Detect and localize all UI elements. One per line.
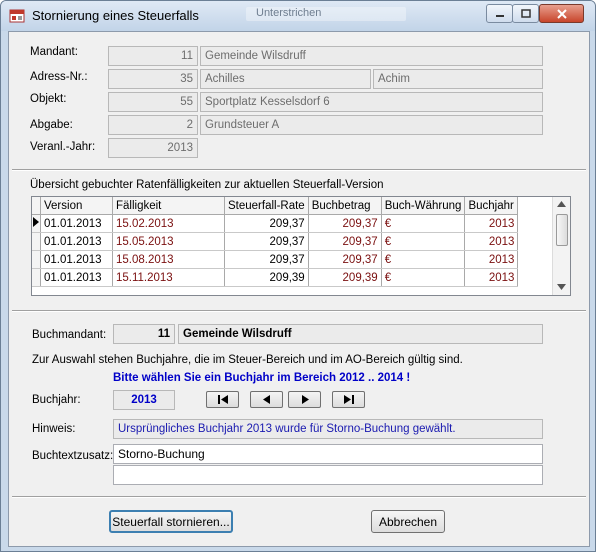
cell-faelligkeit[interactable]: 15.11.2013: [112, 268, 225, 287]
maximize-icon: [520, 8, 531, 18]
mandant-number-field: 11: [108, 46, 198, 66]
next-year-button[interactable]: [288, 391, 321, 408]
window-title: Stornierung eines Steuerfalls: [32, 8, 199, 23]
close-icon: [556, 8, 567, 19]
previous-year-button[interactable]: [250, 391, 283, 408]
hinweis-label: Hinweis:: [32, 423, 76, 435]
abgabe-label: Abgabe:: [30, 119, 73, 131]
row-indicator: [32, 232, 41, 251]
hinweis-field: Ursprüngliches Buchjahr 2013 wurde für S…: [113, 419, 543, 439]
table-row[interactable]: 01.01.2013 15.02.2013 209,37 209,37 € 20…: [32, 214, 519, 233]
veranl-jahr-field: 2013: [108, 138, 198, 158]
grid-vertical-scrollbar[interactable]: [552, 197, 570, 295]
table-row[interactable]: 01.01.2013 15.08.2013 209,37 209,37 € 20…: [32, 250, 519, 269]
close-button[interactable]: [539, 4, 584, 23]
cell-buchbetrag[interactable]: 209,39: [308, 268, 382, 287]
minimize-button[interactable]: [486, 4, 513, 23]
buchjahr-prompt-text: Bitte wählen Sie ein Buchjahr im Bereich…: [113, 372, 411, 384]
table-row[interactable]: 01.01.2013 15.05.2013 209,37 209,37 € 20…: [32, 232, 519, 251]
cell-version[interactable]: 01.01.2013: [40, 250, 113, 269]
title-bar[interactable]: Stornierung eines Steuerfalls Unterstric…: [1, 1, 595, 31]
row-indicator-header: [32, 197, 41, 215]
buchjahr-field: 2013: [113, 390, 175, 410]
installments-table: Version Fälligkeit Steuerfall-Rate Buchb…: [32, 197, 519, 287]
row-indicator: [32, 268, 41, 287]
cell-buch-waehrung[interactable]: €: [381, 250, 466, 269]
steuerfall-stornieren-button[interactable]: Steuerfall stornieren...: [109, 510, 233, 533]
first-year-button[interactable]: [206, 391, 239, 408]
scroll-up-arrow-icon[interactable]: [557, 201, 566, 207]
cell-buchbetrag[interactable]: 209,37: [308, 250, 382, 269]
grid-header-row: Version Fälligkeit Steuerfall-Rate Buchb…: [32, 197, 519, 215]
dialog-window: Stornierung eines Steuerfalls Unterstric…: [0, 0, 596, 552]
cell-steuerfall-rate[interactable]: 209,37: [224, 250, 309, 269]
objekt-label: Objekt:: [30, 93, 67, 105]
cell-buchjahr[interactable]: 2013: [464, 232, 519, 251]
adress-label: Adress-Nr.:: [30, 71, 88, 83]
last-year-button[interactable]: [332, 391, 365, 408]
abgabe-name-field: Grundsteuer A: [200, 115, 543, 135]
column-header-steuerfall-rate[interactable]: Steuerfall-Rate: [224, 197, 309, 215]
skip-last-icon: [343, 395, 354, 404]
column-header-buchjahr[interactable]: Buchjahr: [464, 197, 519, 215]
adress-name1-field: Achilles: [200, 69, 371, 89]
buchjahr-label: Buchjahr:: [32, 394, 81, 406]
separator: [12, 496, 586, 498]
table-row[interactable]: 01.01.2013 15.11.2013 209,39 209,39 € 20…: [32, 268, 519, 287]
objekt-name-field: Sportplatz Kesselsdorf 6: [200, 92, 543, 112]
skip-first-icon: [217, 395, 228, 404]
mandant-name-field: Gemeinde Wilsdruff: [200, 46, 543, 66]
previous-icon: [262, 395, 270, 404]
cell-steuerfall-rate[interactable]: 209,37: [224, 214, 309, 233]
column-header-version[interactable]: Version: [40, 197, 113, 215]
objekt-number-field: 55: [108, 92, 198, 112]
grid-heading: Übersicht gebuchter Ratenfälligkeiten zu…: [30, 179, 384, 191]
cell-version[interactable]: 01.01.2013: [40, 232, 113, 251]
minimize-icon: [495, 14, 504, 17]
cell-faelligkeit[interactable]: 15.08.2013: [112, 250, 225, 269]
adress-name2-field: Achim: [373, 69, 543, 89]
buchtextzusatz-line1-input[interactable]: Storno-Buchung: [113, 444, 543, 464]
cell-buch-waehrung[interactable]: €: [381, 268, 466, 287]
buchtextzusatz-label: Buchtextzusatz:: [32, 450, 114, 462]
cell-buchjahr[interactable]: 2013: [464, 268, 519, 287]
adress-number-field: 35: [108, 69, 198, 89]
buchmandant-label: Buchmandant:: [32, 329, 107, 341]
cell-steuerfall-rate[interactable]: 209,39: [224, 268, 309, 287]
cell-buch-waehrung[interactable]: €: [381, 232, 466, 251]
cell-buch-waehrung[interactable]: €: [381, 214, 466, 233]
veranl-jahr-label: Veranl.-Jahr:: [30, 141, 96, 153]
background-window-ghost: Unterstrichen: [246, 7, 406, 21]
mandant-label: Mandant:: [30, 46, 78, 58]
scrollbar-thumb[interactable]: [556, 214, 568, 246]
cell-buchjahr[interactable]: 2013: [464, 214, 519, 233]
cell-buchbetrag[interactable]: 209,37: [308, 232, 382, 251]
buchmandant-number-field: 11: [113, 324, 175, 344]
maximize-button[interactable]: [512, 4, 539, 23]
cell-steuerfall-rate[interactable]: 209,37: [224, 232, 309, 251]
abgabe-number-field: 2: [108, 115, 198, 135]
column-header-faelligkeit[interactable]: Fälligkeit: [112, 197, 225, 215]
cell-buchbetrag[interactable]: 209,37: [308, 214, 382, 233]
buchmandant-name-field: Gemeinde Wilsdruff: [178, 324, 543, 344]
abbrechen-button[interactable]: Abbrechen: [371, 510, 445, 533]
cell-version[interactable]: 01.01.2013: [40, 214, 113, 233]
app-icon: [9, 9, 25, 23]
separator: [12, 310, 586, 312]
buchjahr-info-text: Zur Auswahl stehen Buchjahre, die im Ste…: [32, 354, 463, 366]
row-indicator: [32, 250, 41, 269]
buchtextzusatz-line2-input[interactable]: [113, 465, 543, 485]
column-header-buch-waehrung[interactable]: Buch-Währung: [381, 197, 466, 215]
next-icon: [301, 395, 309, 404]
column-header-buchbetrag[interactable]: Buchbetrag: [308, 197, 382, 215]
cell-faelligkeit[interactable]: 15.05.2013: [112, 232, 225, 251]
scroll-down-arrow-icon[interactable]: [557, 284, 566, 290]
dialog-client: Mandant: 11 Gemeinde Wilsdruff Adress-Nr…: [8, 31, 590, 547]
cell-buchjahr[interactable]: 2013: [464, 250, 519, 269]
current-row-arrow-icon: [32, 214, 41, 233]
cell-version[interactable]: 01.01.2013: [40, 268, 113, 287]
separator: [12, 169, 586, 171]
cell-faelligkeit[interactable]: 15.02.2013: [112, 214, 225, 233]
installments-grid[interactable]: Version Fälligkeit Steuerfall-Rate Buchb…: [31, 196, 571, 296]
